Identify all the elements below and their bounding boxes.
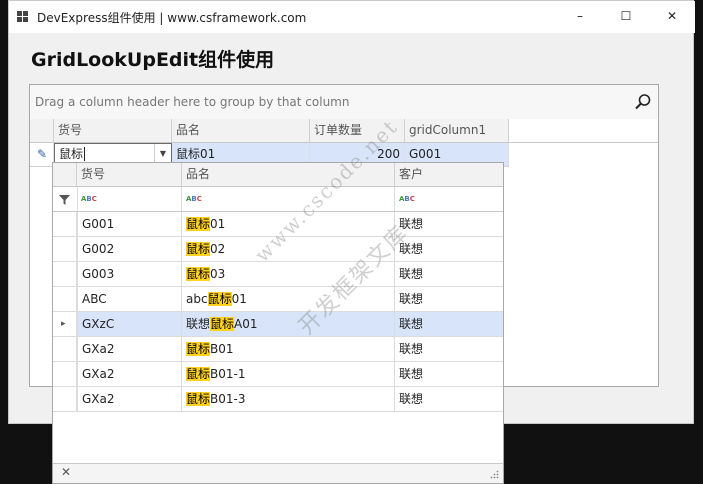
cell-name[interactable]: 联想鼠标A01 bbox=[182, 312, 395, 336]
name-suffix: 02 bbox=[210, 242, 226, 256]
search-highlight: 鼠标 bbox=[186, 342, 211, 356]
close-icon: ✕ bbox=[666, 9, 678, 23]
auto-filter-row[interactable]: ABC ABC ABC bbox=[53, 187, 503, 212]
cell-name[interactable]: 鼠标B01-1 bbox=[182, 362, 395, 386]
edit-indicator-icon: ✎ bbox=[30, 143, 54, 166]
cell-customer[interactable]: 联想 bbox=[395, 212, 503, 236]
column-header-code[interactable]: 货号 bbox=[54, 119, 172, 143]
column-header-name[interactable]: 品名 bbox=[172, 119, 310, 143]
search-highlight: 鼠标 bbox=[186, 267, 211, 281]
cell-customer[interactable]: 联想 bbox=[395, 287, 503, 311]
text-filter-icon: ABC bbox=[186, 195, 202, 203]
filter-icon[interactable] bbox=[59, 195, 70, 205]
cell-code[interactable]: GXzC bbox=[77, 312, 182, 336]
title-bar: DevExpress组件使用 | www.csframework.com – ☐… bbox=[9, 1, 695, 33]
window-title: DevExpress组件使用 | www.csframework.com bbox=[37, 11, 307, 25]
cell-code[interactable]: G002 bbox=[77, 237, 182, 261]
header-filler bbox=[509, 119, 658, 143]
cell-name[interactable]: 鼠标B01 bbox=[182, 337, 395, 361]
name-suffix: B01-1 bbox=[210, 367, 246, 381]
row-indicator-icon bbox=[53, 287, 77, 311]
popup-row[interactable]: GXa2 鼠标B01-3 联想 bbox=[53, 387, 503, 412]
cell-code[interactable]: GXa2 bbox=[77, 362, 182, 386]
row-indicator-icon bbox=[53, 212, 77, 236]
popup-row[interactable]: GXa2 鼠标B01-1 联想 bbox=[53, 362, 503, 387]
name-suffix: 01 bbox=[231, 292, 247, 306]
popup-row[interactable]: ABC abc鼠标01 联想 bbox=[53, 287, 503, 312]
row-indicator-icon bbox=[53, 262, 77, 286]
cell-customer[interactable]: 联想 bbox=[395, 337, 503, 361]
search-highlight: 鼠标 bbox=[186, 367, 211, 381]
cell-code[interactable]: G001 bbox=[77, 212, 182, 236]
text-filter-icon: ABC bbox=[399, 195, 415, 203]
row-indicator-header bbox=[30, 119, 54, 143]
search-highlight: 鼠标 bbox=[186, 242, 211, 256]
cell-customer[interactable]: 联想 bbox=[395, 312, 503, 336]
cell-code[interactable]: GXa2 bbox=[77, 337, 182, 361]
row-indicator-icon bbox=[53, 387, 77, 411]
popup-row[interactable]: G003 鼠标03 联想 bbox=[53, 262, 503, 287]
row-indicator-icon bbox=[53, 237, 77, 261]
cell-name[interactable]: abc鼠标01 bbox=[182, 287, 395, 311]
name-suffix: A01 bbox=[234, 317, 258, 331]
page-title: GridLookUpEdit组件使用 bbox=[31, 49, 275, 71]
popup-row[interactable]: ▸ GXzC 联想鼠标A01 联想 bbox=[53, 312, 503, 337]
text-filter-icon: ABC bbox=[81, 195, 97, 203]
group-panel[interactable]: Drag a column header here to group by th… bbox=[30, 85, 658, 120]
row-indicator-icon: ▸ bbox=[53, 312, 77, 336]
app-icon bbox=[17, 11, 29, 23]
name-suffix: 01 bbox=[210, 217, 226, 231]
popup-row[interactable]: GXa2 鼠标B01 联想 bbox=[53, 337, 503, 362]
name-suffix: 03 bbox=[210, 267, 226, 281]
row-indicator-icon bbox=[53, 337, 77, 361]
popup-close-icon[interactable]: ✕ bbox=[61, 465, 71, 479]
cell-customer[interactable]: 联想 bbox=[395, 262, 503, 286]
search-highlight: 鼠标 bbox=[207, 292, 232, 306]
cell-code[interactable]: ABC bbox=[77, 287, 182, 311]
popup-header-code[interactable]: 货号 bbox=[77, 163, 182, 187]
minimize-button[interactable]: – bbox=[557, 1, 603, 31]
popup-footer: ✕ bbox=[53, 463, 503, 483]
close-button[interactable]: ✕ bbox=[649, 1, 695, 31]
group-panel-hint: Drag a column header here to group by th… bbox=[35, 95, 350, 109]
popup-indicator-header bbox=[53, 163, 77, 187]
cell-code[interactable]: G003 bbox=[77, 262, 182, 286]
maximize-icon: ☐ bbox=[620, 9, 632, 23]
name-prefix: abc bbox=[186, 292, 208, 306]
name-suffix: B01 bbox=[210, 342, 234, 356]
lookup-editor-value: 鼠标 bbox=[59, 147, 84, 161]
cell-name[interactable]: 鼠标B01-3 bbox=[182, 387, 395, 411]
filter-cell-name[interactable] bbox=[182, 187, 395, 211]
cell-code[interactable]: GXa2 bbox=[77, 387, 182, 411]
search-icon[interactable] bbox=[634, 93, 652, 111]
popup-header-customer[interactable]: 客户 bbox=[395, 163, 503, 187]
name-suffix: B01-3 bbox=[210, 392, 246, 406]
cell-customer[interactable]: 联想 bbox=[395, 362, 503, 386]
minimize-icon: – bbox=[577, 9, 583, 23]
dropdown-arrow-icon[interactable]: ▼ bbox=[154, 144, 171, 164]
resize-grip-icon[interactable] bbox=[490, 470, 499, 479]
search-highlight: 鼠标 bbox=[186, 217, 211, 231]
maximize-button[interactable]: ☐ bbox=[603, 1, 649, 31]
search-highlight: 鼠标 bbox=[186, 392, 211, 406]
column-header-gridcolumn1[interactable]: gridColumn1 bbox=[405, 119, 509, 143]
search-highlight: 鼠标 bbox=[210, 317, 235, 331]
cell-customer[interactable]: 联想 bbox=[395, 387, 503, 411]
name-prefix: 联想 bbox=[186, 317, 211, 331]
row-indicator-icon bbox=[53, 362, 77, 386]
lookup-popup[interactable]: 货号 品名 客户 ABC ABC ABC G001 鼠标01 联想 G002 鼠标02 联… bbox=[52, 162, 504, 484]
